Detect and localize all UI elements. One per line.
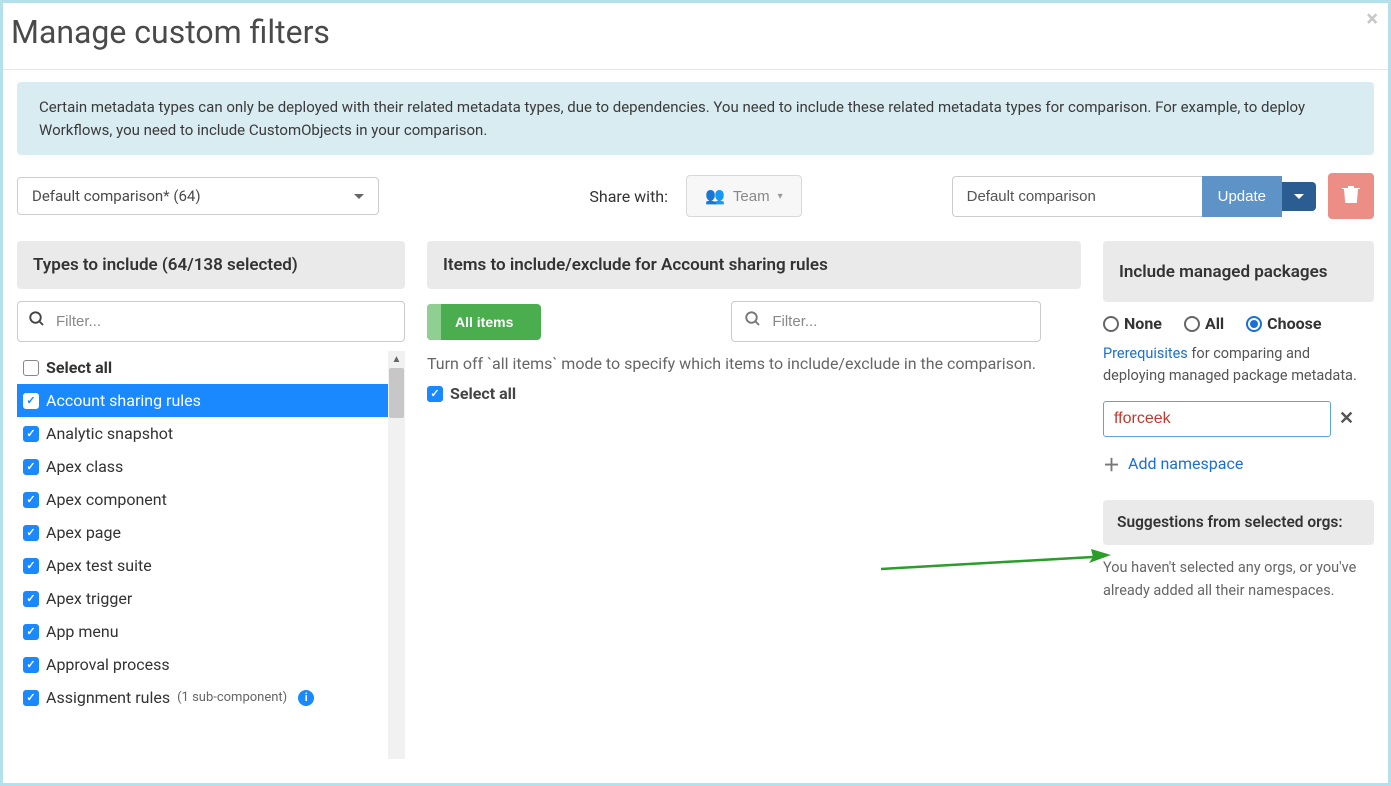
search-icon — [28, 310, 46, 333]
radio-none-label: None — [1124, 314, 1162, 333]
comparison-name-input[interactable] — [952, 176, 1202, 217]
type-item-label: Apex test suite — [46, 556, 152, 575]
types-filter[interactable] — [17, 301, 405, 342]
items-select-all-label: Select all — [450, 384, 516, 403]
prerequisites-text: Prerequisites for comparing and deployin… — [1103, 343, 1374, 387]
type-item-label: App menu — [46, 622, 119, 641]
scroll-thumb[interactable] — [389, 368, 404, 418]
delete-button[interactable] — [1328, 173, 1374, 219]
type-item[interactable]: Analytic snapshot — [17, 417, 388, 450]
checkbox-icon[interactable] — [23, 690, 39, 706]
radio-all-label: All — [1205, 314, 1224, 333]
chevron-down-icon — [1294, 194, 1304, 199]
type-item[interactable]: Account sharing rules — [17, 384, 388, 417]
checkbox-icon[interactable] — [23, 459, 39, 475]
team-button[interactable]: 👥 Team ▾ — [686, 175, 802, 217]
trash-icon — [1342, 184, 1360, 209]
radio-all[interactable]: All — [1184, 314, 1224, 333]
update-split-button[interactable] — [1282, 182, 1316, 211]
type-item[interactable]: Apex class — [17, 450, 388, 483]
radio-icon — [1246, 316, 1262, 332]
comparison-select[interactable]: Default comparison* (64) — [17, 177, 379, 215]
team-button-label: Team — [733, 188, 770, 205]
type-item[interactable]: Assignment rules (1 sub-component) i — [17, 681, 388, 714]
sub-component-count: (1 sub-component) — [177, 690, 287, 705]
info-banner: Certain metadata types can only be deplo… — [17, 82, 1374, 155]
clear-namespace-icon[interactable]: ✕ — [1339, 408, 1354, 429]
close-icon[interactable]: × — [1366, 7, 1378, 32]
type-item[interactable]: Apex trigger — [17, 582, 388, 615]
items-panel-header: Items to include/exclude for Account sha… — [427, 241, 1081, 289]
checkbox-icon[interactable] — [23, 558, 39, 574]
select-all-label: Select all — [46, 358, 112, 377]
checkbox-icon[interactable] — [23, 591, 39, 607]
info-icon[interactable]: i — [298, 690, 314, 706]
type-item[interactable]: Approval process — [17, 648, 388, 681]
packages-panel: Include managed packages None All Choose… — [1103, 241, 1374, 759]
type-item[interactable]: Apex test suite — [17, 549, 388, 582]
type-item[interactable]: App menu — [17, 615, 388, 648]
types-panel-header: Types to include (64/138 selected) — [17, 241, 405, 289]
items-filter[interactable] — [731, 301, 1041, 342]
modal-title: Manage custom filters — [11, 13, 1380, 51]
checkbox-icon[interactable] — [23, 657, 39, 673]
all-items-toggle[interactable]: All items — [427, 304, 541, 340]
items-description: Turn off `all items` mode to specify whi… — [427, 352, 1081, 376]
add-namespace-button[interactable]: ＋ Add namespace — [1103, 451, 1374, 476]
type-item-label: Apex page — [46, 523, 121, 542]
packages-panel-header: Include managed packages — [1103, 241, 1374, 302]
type-item-label: Analytic snapshot — [46, 424, 173, 443]
items-panel: Items to include/exclude for Account sha… — [427, 241, 1081, 759]
types-scrollbar[interactable]: ▲ — [388, 351, 405, 759]
type-item-label: Apex trigger — [46, 589, 132, 608]
people-icon: 👥 — [705, 186, 725, 206]
radio-choose-label: Choose — [1267, 314, 1321, 333]
type-item-label: Account sharing rules — [46, 391, 201, 410]
types-filter-input[interactable] — [56, 313, 394, 330]
items-filter-input[interactable] — [772, 313, 1028, 330]
types-list: Select all Account sharing rules Analytic… — [17, 351, 388, 759]
toolbar: Default comparison* (64) Share with: 👥 T… — [17, 173, 1374, 219]
prerequisites-link[interactable]: Prerequisites — [1103, 345, 1188, 362]
suggestions-header: Suggestions from selected orgs: — [1103, 500, 1374, 546]
add-namespace-label: Add namespace — [1128, 454, 1243, 473]
type-item-label: Approval process — [46, 655, 170, 674]
type-item-label: Apex class — [46, 457, 123, 476]
checkbox-icon[interactable] — [427, 386, 443, 402]
search-icon — [744, 310, 762, 333]
modal-header: Manage custom filters × — [3, 3, 1388, 70]
checkbox-icon[interactable] — [23, 426, 39, 442]
checkbox-icon[interactable] — [23, 360, 39, 376]
suggestions-text: You haven't selected any orgs, or you've… — [1103, 557, 1374, 602]
type-item-label: Apex component — [46, 490, 167, 509]
comparison-select-label: Default comparison* (64) — [32, 187, 201, 205]
type-item-label: Assignment rules — [46, 688, 170, 707]
radio-choose[interactable]: Choose — [1246, 314, 1321, 333]
checkbox-icon[interactable] — [23, 393, 39, 409]
radio-none[interactable]: None — [1103, 314, 1162, 333]
radio-icon — [1184, 316, 1200, 332]
radio-icon — [1103, 316, 1119, 332]
checkbox-icon[interactable] — [23, 492, 39, 508]
checkbox-icon[interactable] — [23, 624, 39, 640]
type-item[interactable]: Apex component — [17, 483, 388, 516]
select-all-types[interactable]: Select all — [17, 351, 388, 384]
type-item[interactable]: Apex page — [17, 516, 388, 549]
share-with-label: Share with: — [589, 187, 668, 206]
scroll-up-icon[interactable]: ▲ — [388, 351, 405, 368]
chevron-down-icon — [354, 194, 364, 199]
items-select-all[interactable]: Select all — [427, 384, 1081, 403]
plus-icon: ＋ — [1103, 451, 1120, 476]
update-button[interactable]: Update — [1202, 176, 1282, 217]
namespace-input[interactable] — [1103, 401, 1331, 437]
types-panel: Types to include (64/138 selected) Selec… — [17, 241, 405, 759]
checkbox-icon[interactable] — [23, 525, 39, 541]
chevron-down-icon: ▾ — [778, 191, 783, 202]
